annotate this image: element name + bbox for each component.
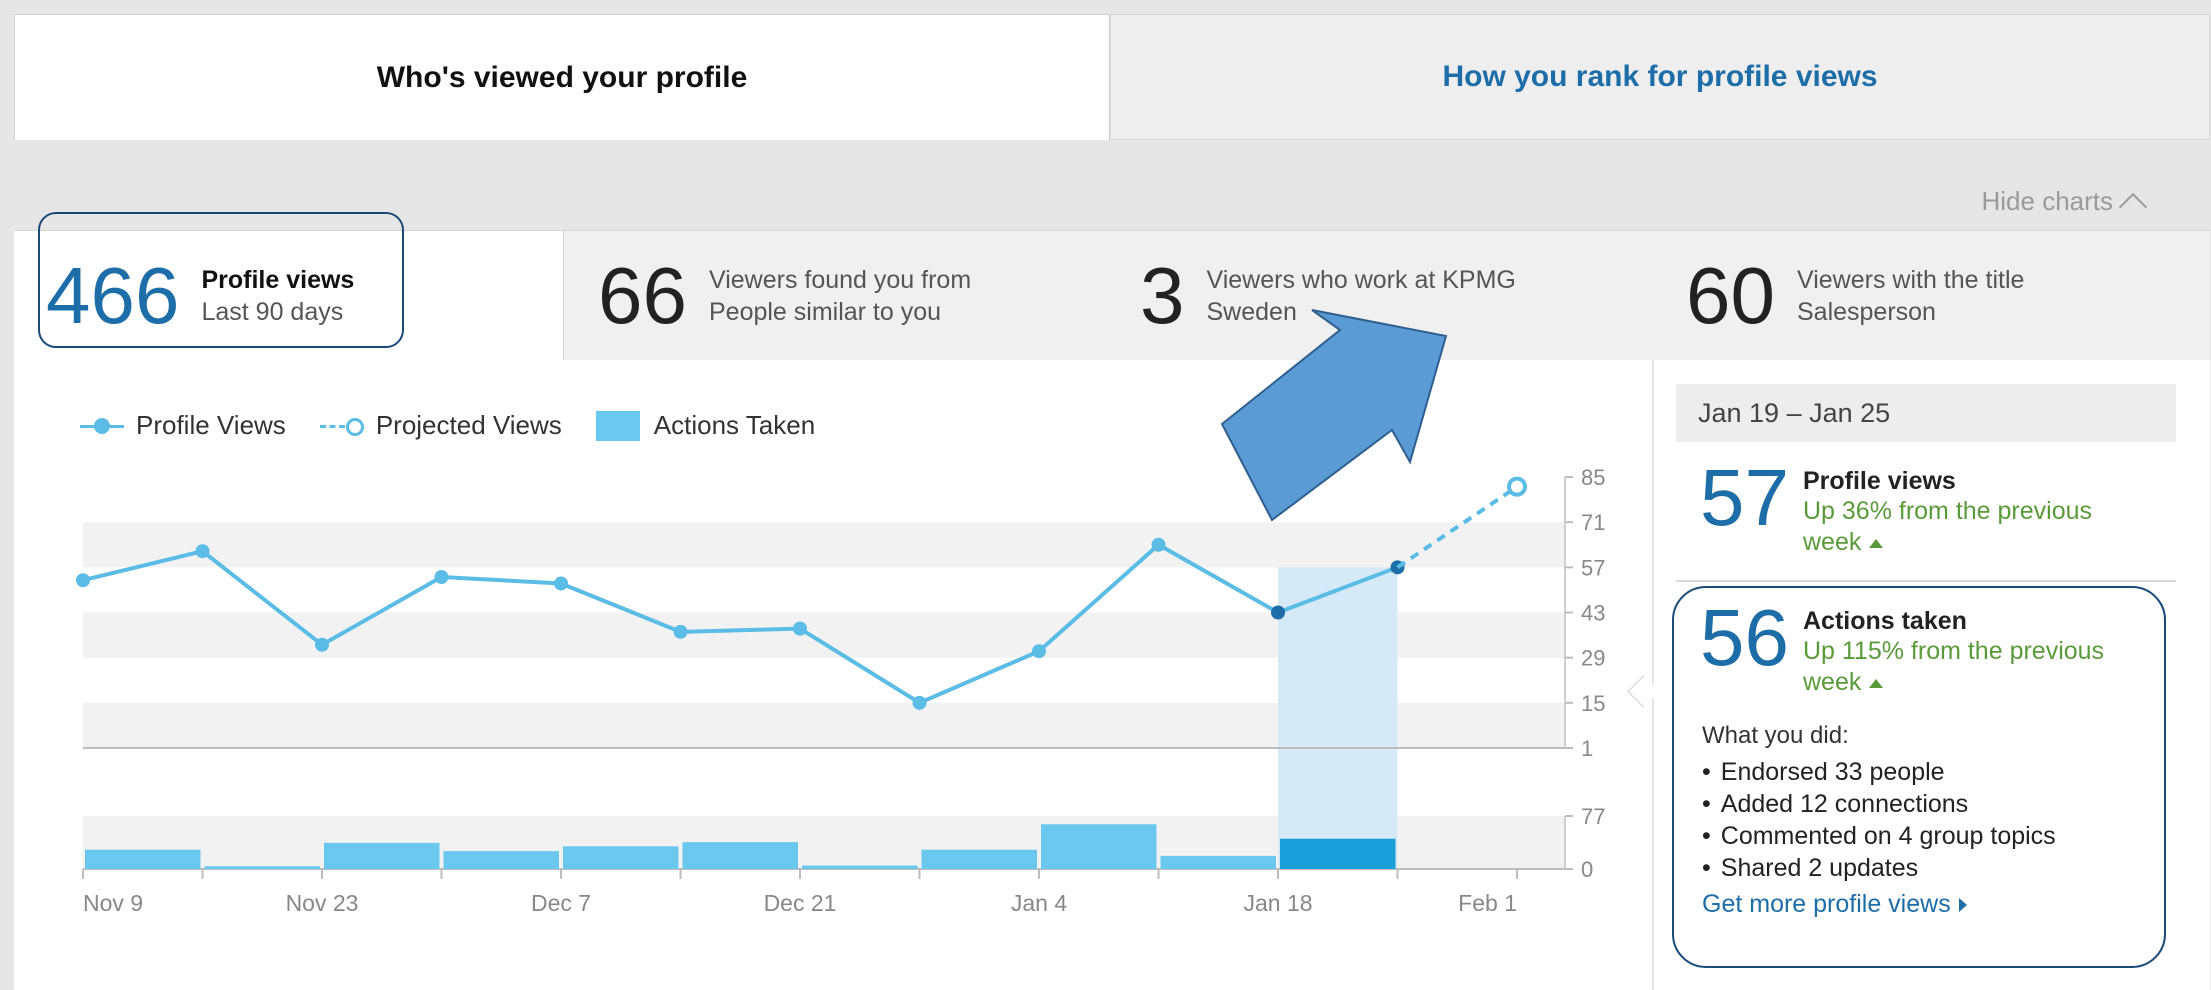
profile-views-point	[793, 621, 807, 636]
x-tick-label: Nov 23	[286, 890, 359, 916]
legend-item-actions-taken: Actions Taken	[595, 410, 816, 441]
x-tick-label: Jan 4	[1011, 890, 1067, 916]
x-tick-label: Feb 1	[1458, 890, 1517, 916]
profile-views-point	[912, 695, 927, 710]
profile-views-point	[1032, 644, 1046, 659]
up-arrow-icon	[1869, 538, 1884, 548]
line-marker-icon	[80, 416, 124, 436]
legend-label: Profile Views	[136, 410, 286, 440]
stat-title: Profile views	[1802, 467, 1956, 495]
week-range-header: Jan 19 – Jan 25	[1676, 384, 2176, 442]
profile-views-point	[315, 637, 329, 652]
chart-band	[83, 522, 1565, 568]
y-tick-label: 57	[1581, 555, 1605, 580]
y-tick-label: 1	[1581, 736, 1593, 761]
chart-legend: Profile Views Projected Views Actions Ta…	[80, 410, 849, 441]
highlight-week-column	[1278, 567, 1398, 869]
highlight-outline-actions	[1672, 586, 2166, 968]
x-tick-label: Dec 21	[764, 890, 837, 916]
legend-item-projected-views: Projected Views	[319, 410, 562, 441]
profile-views-point	[434, 570, 449, 585]
actions-bar	[921, 849, 1037, 869]
profile-views-point	[673, 624, 688, 639]
x-tick-label: Dec 7	[531, 890, 591, 916]
actions-bar	[1280, 838, 1396, 869]
profile-views-point	[76, 573, 90, 588]
legend-label: Actions Taken	[653, 410, 816, 440]
bar-swatch-icon	[595, 410, 640, 441]
actions-bar	[204, 866, 320, 869]
actions-bar	[443, 851, 559, 869]
actions-bar	[682, 842, 798, 869]
actions-bar	[563, 846, 679, 869]
week-profile-views-stat: 57 Profile views Up 36% from the previou…	[1700, 458, 2143, 558]
divider	[1676, 580, 2176, 582]
stat-change: Up 36% from the previous week	[1802, 497, 2093, 556]
projected-views-point	[1507, 476, 1527, 497]
y-tick-label: 71	[1581, 510, 1605, 535]
y-tick-label: 15	[1581, 691, 1605, 716]
actions-bar	[1041, 824, 1157, 869]
profile-views-point	[195, 544, 210, 559]
actions-bar	[85, 849, 201, 869]
actions-bar	[1160, 855, 1276, 869]
stat-number: 57	[1700, 453, 1789, 542]
legend-label: Projected Views	[375, 410, 562, 440]
dashed-line-marker-icon	[319, 416, 364, 436]
legend-item-profile-views: Profile Views	[80, 410, 286, 441]
profile-views-point	[1151, 537, 1166, 552]
y-tick-label: 43	[1581, 601, 1605, 626]
y-tick-label: 29	[1581, 646, 1605, 671]
y-tick-label: 85	[1581, 465, 1605, 490]
profile-views-point	[1271, 605, 1285, 620]
y2-tick-label: 77	[1581, 804, 1605, 829]
x-tick-label: Jan 18	[1243, 890, 1312, 916]
y2-tick-label: 0	[1581, 857, 1593, 882]
profile-views-point	[554, 576, 568, 591]
x-tick-label: Nov 9	[83, 890, 143, 916]
actions-bar	[802, 865, 918, 869]
actions-bar	[324, 842, 440, 869]
